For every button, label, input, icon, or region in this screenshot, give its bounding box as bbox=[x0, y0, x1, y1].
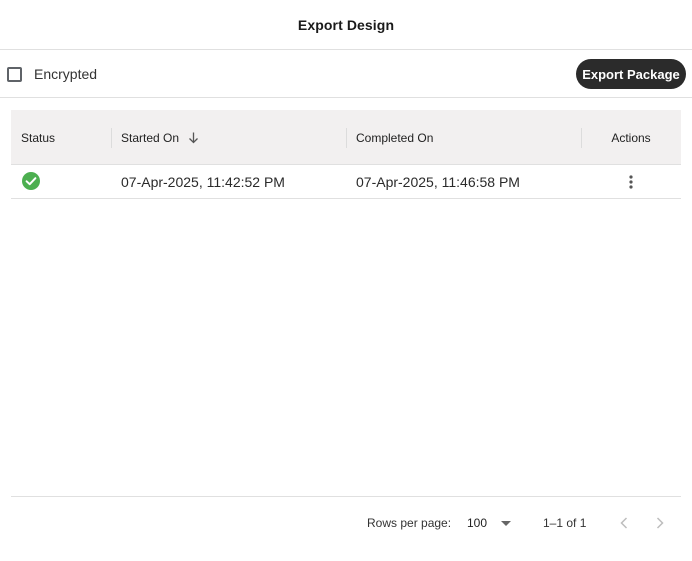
table-header-row: Status Started On Completed On Actions bbox=[11, 110, 681, 165]
table-pagination: Rows per page: 100 1–1 of 1 bbox=[11, 496, 681, 548]
started-on-cell: 07-Apr-2025, 11:42:52 PM bbox=[121, 174, 285, 190]
rows-per-page-label: Rows per page: bbox=[367, 516, 452, 530]
encrypted-checkbox[interactable]: Encrypted bbox=[7, 66, 97, 82]
export-design-dialog: Export Design Encrypted Export Package S… bbox=[0, 0, 692, 561]
export-history-table: Status Started On Completed On Actions 0… bbox=[11, 110, 681, 199]
check-circle-icon bbox=[22, 171, 40, 193]
column-header-started-on-label[interactable]: Started On bbox=[121, 131, 179, 145]
rows-per-page-value[interactable]: 100 bbox=[467, 516, 487, 530]
actions-cell bbox=[619, 165, 643, 199]
column-separator bbox=[111, 128, 112, 148]
table-row[interactable]: 07-Apr-2025, 11:42:52 PM 07-Apr-2025, 11… bbox=[11, 165, 681, 199]
rows-per-page-select[interactable]: 100 bbox=[467, 514, 512, 532]
column-header-actions: Actions bbox=[611, 130, 651, 145]
encrypted-checkbox-label[interactable]: Encrypted bbox=[34, 66, 97, 82]
sort-descending-icon[interactable] bbox=[187, 131, 200, 144]
chevron-left-icon[interactable] bbox=[613, 512, 635, 534]
column-separator bbox=[346, 128, 347, 148]
column-header-status[interactable]: Status bbox=[21, 110, 55, 165]
dialog-toolbar: Encrypted Export Package bbox=[0, 51, 692, 98]
column-header-started-on[interactable]: Started On bbox=[121, 110, 200, 165]
more-vertical-icon[interactable] bbox=[619, 170, 643, 194]
column-header-completed-on[interactable]: Completed On bbox=[356, 110, 433, 165]
chevron-right-icon[interactable] bbox=[649, 512, 671, 534]
status-cell bbox=[22, 165, 40, 199]
completed-on-cell: 07-Apr-2025, 11:46:58 PM bbox=[356, 174, 520, 190]
dialog-header: Export Design bbox=[0, 0, 692, 50]
dropdown-caret-icon[interactable] bbox=[501, 520, 512, 526]
dialog-title: Export Design bbox=[297, 16, 395, 33]
pagination-range: 1–1 of 1 bbox=[543, 516, 587, 530]
encrypted-checkbox-box[interactable] bbox=[7, 66, 22, 82]
export-package-button[interactable]: Export Package bbox=[576, 59, 686, 89]
